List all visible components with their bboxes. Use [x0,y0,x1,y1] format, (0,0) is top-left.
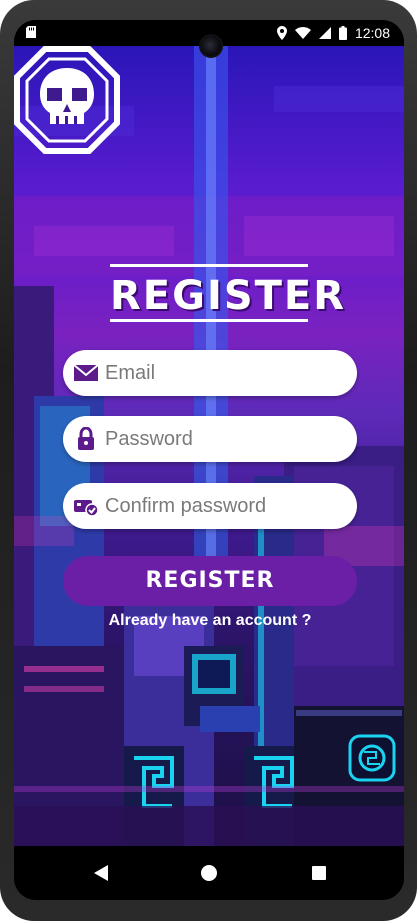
location-icon [276,26,287,40]
background-scene: REGISTER Email REGISTER Already have an … [14,46,404,846]
key-card-icon [74,500,99,517]
front-camera [199,34,223,58]
mail-icon [73,364,99,381]
confirm-password-field[interactable] [63,483,357,529]
status-time: 12:08 [354,25,390,41]
register-button[interactable]: REGISTER [63,556,357,606]
home-icon[interactable] [194,858,224,888]
battery-icon [338,26,347,40]
skull-logo-icon [14,46,120,154]
wifi-icon [294,27,311,39]
navigation-bar [14,846,404,900]
back-icon[interactable] [86,858,116,888]
email-input[interactable] [105,350,345,396]
login-link[interactable]: Already have an account ? [63,612,357,636]
confirm-password-input[interactable] [105,483,345,529]
sd-card-icon [26,26,36,38]
screen: 12:08 REGISTER Email REGISTER Already ha… [14,20,404,900]
password-input[interactable] [105,416,345,462]
email-field[interactable] [63,350,357,396]
page-title: REGISTER [110,264,344,322]
phone-frame: 12:08 REGISTER Email REGISTER Already ha… [0,0,417,921]
password-field[interactable] [63,416,357,462]
recents-icon[interactable] [304,858,334,888]
lock-icon [78,427,94,450]
signal-icon [318,27,331,39]
